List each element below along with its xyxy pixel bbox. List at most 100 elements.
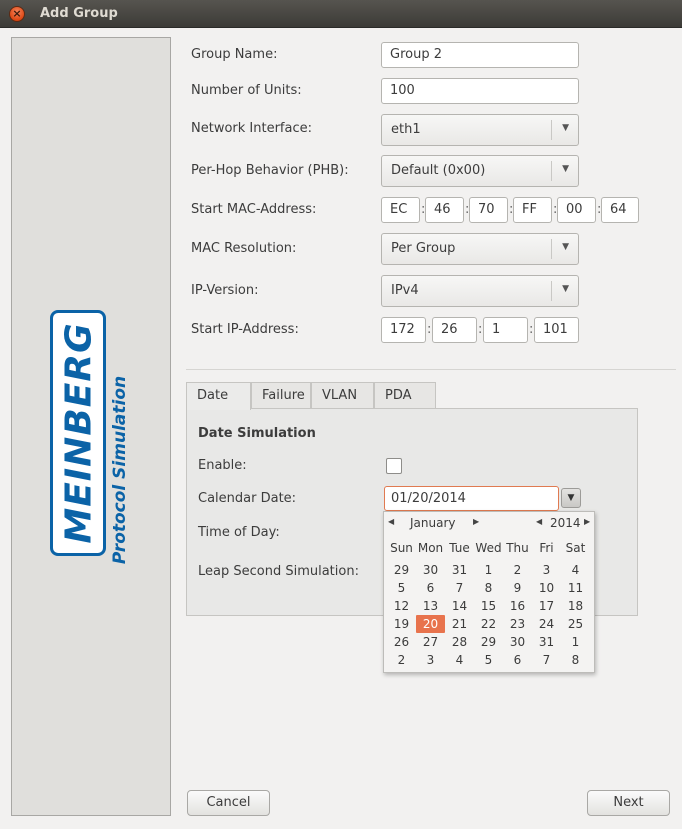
mac-octet-2[interactable]: 46 bbox=[425, 197, 464, 223]
calendar-day[interactable]: 23 bbox=[503, 615, 532, 633]
ip-version-value: IPv4 bbox=[391, 283, 419, 298]
mac-octet-4[interactable]: FF bbox=[513, 197, 552, 223]
ip-octet-1[interactable]: 172 bbox=[381, 317, 426, 343]
calendar-day[interactable]: 9 bbox=[503, 579, 532, 597]
next-button[interactable]: Next bbox=[587, 790, 670, 816]
calendar-day[interactable]: 3 bbox=[532, 561, 561, 579]
calendar-day[interactable]: 3 bbox=[416, 651, 445, 669]
calendar-day[interactable]: 6 bbox=[503, 651, 532, 669]
calendar-day[interactable]: 5 bbox=[387, 579, 416, 597]
enable-checkbox[interactable] bbox=[386, 458, 402, 474]
calendar-day[interactable]: 15 bbox=[474, 597, 503, 615]
calendar-day[interactable]: 10 bbox=[532, 579, 561, 597]
chevron-down-icon: ▼ bbox=[562, 164, 569, 174]
tab-failure[interactable]: Failure bbox=[251, 382, 311, 409]
next-year-icon[interactable]: ▶ bbox=[584, 517, 590, 526]
mac-octet-5[interactable]: 00 bbox=[557, 197, 596, 223]
chevron-down-icon: ▼ bbox=[562, 242, 569, 252]
calendar-day[interactable]: 30 bbox=[503, 633, 532, 651]
calendar-day[interactable]: 4 bbox=[561, 561, 590, 579]
date-simulation-title: Date Simulation bbox=[198, 426, 316, 441]
title-bar: × Add Group bbox=[0, 0, 682, 28]
calendar-day[interactable]: 6 bbox=[416, 579, 445, 597]
calendar-day[interactable]: 4 bbox=[445, 651, 474, 669]
chevron-down-icon: ▼ bbox=[562, 123, 569, 133]
calendar-day[interactable]: 13 bbox=[416, 597, 445, 615]
calendar-day[interactable]: 25 bbox=[561, 615, 590, 633]
close-icon[interactable]: × bbox=[9, 6, 25, 22]
calendar-day[interactable]: 2 bbox=[387, 651, 416, 669]
tab-date[interactable]: Date bbox=[186, 382, 251, 410]
calendar-day[interactable]: 17 bbox=[532, 597, 561, 615]
ip-octet-3[interactable]: 1 bbox=[483, 317, 528, 343]
mac-octet-1[interactable]: EC bbox=[381, 197, 420, 223]
mac-resolution-select[interactable]: Per Group ▼ bbox=[381, 233, 579, 265]
calendar-day[interactable]: 28 bbox=[445, 633, 474, 651]
calendar-day[interactable]: 31 bbox=[445, 561, 474, 579]
mac-octet-3[interactable]: 70 bbox=[469, 197, 508, 223]
num-units-label: Number of Units: bbox=[191, 83, 302, 98]
num-units-input[interactable]: 100 bbox=[381, 78, 579, 104]
calendar-day[interactable]: 14 bbox=[445, 597, 474, 615]
phb-select[interactable]: Default (0x00) ▼ bbox=[381, 155, 579, 187]
calendar-day[interactable]: 1 bbox=[474, 561, 503, 579]
calendar-day[interactable]: 2 bbox=[503, 561, 532, 579]
combo-separator bbox=[551, 281, 552, 301]
calendar-date-label: Calendar Date: bbox=[198, 491, 297, 506]
calendar-day[interactable]: 19 bbox=[387, 615, 416, 633]
calendar-day[interactable]: 22 bbox=[474, 615, 503, 633]
chevron-down-icon: ▼ bbox=[562, 284, 569, 294]
meinberg-logo: MEINBERG bbox=[50, 310, 106, 556]
calendar-weekday: Tue bbox=[449, 541, 470, 555]
logo-brand: MEINBERG bbox=[58, 322, 100, 544]
mac-octet-6[interactable]: 64 bbox=[601, 197, 639, 223]
prev-month-icon[interactable]: ◀ bbox=[388, 517, 394, 526]
calendar-day[interactable]: 20 bbox=[416, 615, 445, 633]
calendar-dropdown-button[interactable]: ▼ bbox=[561, 488, 581, 508]
calendar-day[interactable]: 11 bbox=[561, 579, 590, 597]
calendar-day[interactable]: 7 bbox=[532, 651, 561, 669]
leap-second-label: Leap Second Simulation: bbox=[198, 564, 359, 579]
calendar-day[interactable]: 27 bbox=[416, 633, 445, 651]
calendar-day[interactable]: 7 bbox=[445, 579, 474, 597]
network-interface-select[interactable]: eth1 ▼ bbox=[381, 114, 579, 146]
calendar-day[interactable]: 12 bbox=[387, 597, 416, 615]
group-name-input[interactable]: Group 2 bbox=[381, 42, 579, 68]
ip-version-select[interactable]: IPv4 ▼ bbox=[381, 275, 579, 307]
calendar-year: 2014 bbox=[550, 516, 581, 530]
calendar-day[interactable]: 8 bbox=[474, 579, 503, 597]
phb-value: Default (0x00) bbox=[391, 163, 486, 178]
calendar-day[interactable]: 24 bbox=[532, 615, 561, 633]
prev-year-icon[interactable]: ◀ bbox=[536, 517, 542, 526]
time-of-day-label: Time of Day: bbox=[198, 525, 280, 540]
tab-vlan[interactable]: VLAN bbox=[311, 382, 374, 409]
calendar-day[interactable]: 5 bbox=[474, 651, 503, 669]
sidebar: MEINBERG Protocol Simulation bbox=[11, 37, 171, 816]
tab-pda[interactable]: PDA bbox=[374, 382, 436, 409]
calendar-day[interactable]: 21 bbox=[445, 615, 474, 633]
cancel-button[interactable]: Cancel bbox=[187, 790, 270, 816]
calendar-day[interactable]: 1 bbox=[561, 633, 590, 651]
calendar-month: January bbox=[410, 516, 456, 530]
calendar-day[interactable]: 31 bbox=[532, 633, 561, 651]
mac-resolution-value: Per Group bbox=[391, 241, 456, 256]
calendar-day[interactable]: 29 bbox=[474, 633, 503, 651]
next-month-icon[interactable]: ▶ bbox=[473, 517, 479, 526]
phb-label: Per-Hop Behavior (PHB): bbox=[191, 163, 349, 178]
calendar-day[interactable]: 29 bbox=[387, 561, 416, 579]
ip-octet-4[interactable]: 101 bbox=[534, 317, 579, 343]
start-ip-label: Start IP-Address: bbox=[191, 322, 299, 337]
calendar-day[interactable]: 16 bbox=[503, 597, 532, 615]
calendar-day[interactable]: 8 bbox=[561, 651, 590, 669]
calendar-day[interactable]: 30 bbox=[416, 561, 445, 579]
enable-label: Enable: bbox=[198, 458, 247, 473]
calendar-popup: ◀ January ▶ ◀ 2014 ▶ Sun Mon Tue Wed Thu Fri S… bbox=[383, 511, 595, 673]
ip-colon: : bbox=[529, 322, 534, 337]
calendar-day[interactable]: 18 bbox=[561, 597, 590, 615]
divider bbox=[186, 369, 676, 370]
calendar-weekday: Thu bbox=[506, 541, 529, 555]
calendar-date-input[interactable]: 01/20/2014 bbox=[384, 486, 559, 511]
calendar-weekday: Wed bbox=[475, 541, 502, 555]
ip-octet-2[interactable]: 26 bbox=[432, 317, 477, 343]
calendar-day[interactable]: 26 bbox=[387, 633, 416, 651]
